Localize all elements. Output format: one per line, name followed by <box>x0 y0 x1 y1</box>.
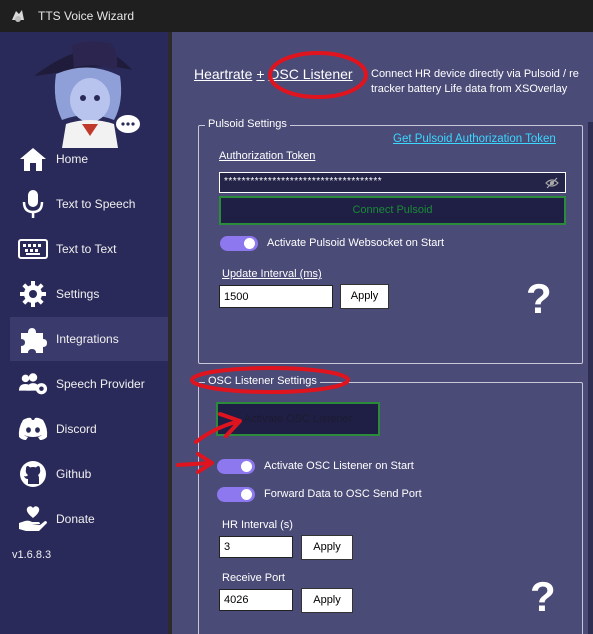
sidebar-item-home[interactable]: Home <box>10 137 168 181</box>
sidebar-item-text-to-text[interactable]: Text to Text <box>10 227 168 271</box>
osc-listener-on-start-label: Activate OSC Listener on Start <box>264 460 414 472</box>
sidebar: Home Text to Speech Text to Text Setting… <box>0 32 168 634</box>
authorization-token-label: Authorization Token <box>219 150 316 162</box>
window-title: TTS Voice Wizard <box>38 9 135 23</box>
page-description: Connect HR device directly via Pulsoid /… <box>371 68 579 95</box>
sidebar-item-text-to-speech[interactable]: Text to Speech <box>10 182 168 226</box>
title-bar: TTS Voice Wizard <box>0 0 593 32</box>
heading-plus: + <box>256 66 265 82</box>
receive-port-label: Receive Port <box>222 572 285 584</box>
forward-data-label: Forward Data to OSC Send Port <box>264 488 422 500</box>
sidebar-item-label: Settings <box>56 287 100 301</box>
pulsoid-websocket-toggle[interactable] <box>220 236 258 251</box>
page-title: Heartrate + OSC Listener <box>194 66 353 82</box>
avatar <box>34 41 140 148</box>
sidebar-item-label: Home <box>56 152 89 166</box>
pulsoid-settings-group: Pulsoid Settings Get Pulsoid Authorizati… <box>198 118 583 364</box>
hr-interval-apply-button[interactable]: Apply <box>301 535 353 560</box>
pulsoid-help-icon[interactable]: ? <box>526 275 552 323</box>
osc-help-icon[interactable]: ? <box>530 573 556 621</box>
hr-interval-input[interactable] <box>219 536 293 558</box>
sidebar-item-label: Discord <box>56 422 97 436</box>
authorization-token-input[interactable]: ************************************ <box>219 172 566 193</box>
sidebar-item-discord[interactable]: Discord <box>10 407 168 451</box>
discord-icon <box>18 414 48 444</box>
pulsoid-settings-legend: Pulsoid Settings <box>205 118 290 130</box>
sidebar-item-integrations[interactable]: Integrations <box>10 317 168 361</box>
receive-port-input[interactable] <box>219 589 293 611</box>
microphone-icon <box>18 189 48 219</box>
sidebar-item-label: Github <box>56 467 92 481</box>
heading-osc-listener: OSC Listener <box>268 66 353 82</box>
forward-data-toggle[interactable] <box>217 487 255 502</box>
sidebar-item-label: Text to Speech <box>56 197 136 211</box>
app-window: TTS Voice Wizard Home Text to Speech Tex… <box>0 0 593 634</box>
github-icon <box>18 459 48 489</box>
receive-port-apply-button[interactable]: Apply <box>301 588 353 613</box>
sidebar-item-donate[interactable]: Donate <box>10 497 168 541</box>
sidebar-item-label: Donate <box>56 512 95 526</box>
sidebar-item-label: Text to Text <box>56 242 117 256</box>
gear-icon <box>18 279 48 309</box>
connect-pulsoid-button[interactable]: Connect Pulsoid <box>219 196 566 225</box>
sidebar-item-settings[interactable]: Settings <box>10 272 168 316</box>
update-interval-label: Update Interval (ms) <box>222 268 322 280</box>
people-gear-icon <box>18 369 48 399</box>
pulsoid-websocket-toggle-label: Activate Pulsoid Websocket on Start <box>267 237 445 249</box>
authorization-token-value: ************************************ <box>224 176 383 187</box>
integrations-panel: Heartrate + OSC Listener Connect HR device… <box>172 32 593 634</box>
version-label: v1.6.8.3 <box>12 549 52 561</box>
osc-listener-on-start-toggle[interactable] <box>217 459 255 474</box>
right-panel-edge <box>588 122 593 634</box>
activate-osc-listener-button[interactable]: Activate OSC Listener <box>216 402 380 436</box>
update-interval-apply-button[interactable]: Apply <box>340 284 389 309</box>
sidebar-item-label: Integrations <box>56 332 119 346</box>
sidebar-item-speech-provider[interactable]: Speech Provider <box>10 362 168 406</box>
osc-listener-settings-legend: OSC Listener Settings <box>205 375 320 387</box>
hr-interval-label: HR Interval (s) <box>222 519 293 531</box>
hand-heart-icon <box>18 504 48 534</box>
sidebar-item-label: Speech Provider <box>56 377 145 391</box>
keyboard-icon <box>18 234 48 264</box>
osc-listener-settings-group: OSC Listener Settings Activate OSC Liste… <box>198 375 583 634</box>
puzzle-icon <box>18 324 48 354</box>
sidebar-item-github[interactable]: Github <box>10 452 168 496</box>
home-icon <box>18 144 48 174</box>
eye-slash-icon[interactable] <box>545 177 559 189</box>
app-logo-icon <box>12 10 24 22</box>
heading-heartrate: Heartrate <box>194 66 253 82</box>
get-pulsoid-token-link[interactable]: Get Pulsoid Authorization Token <box>393 133 556 145</box>
update-interval-input[interactable] <box>219 285 333 308</box>
